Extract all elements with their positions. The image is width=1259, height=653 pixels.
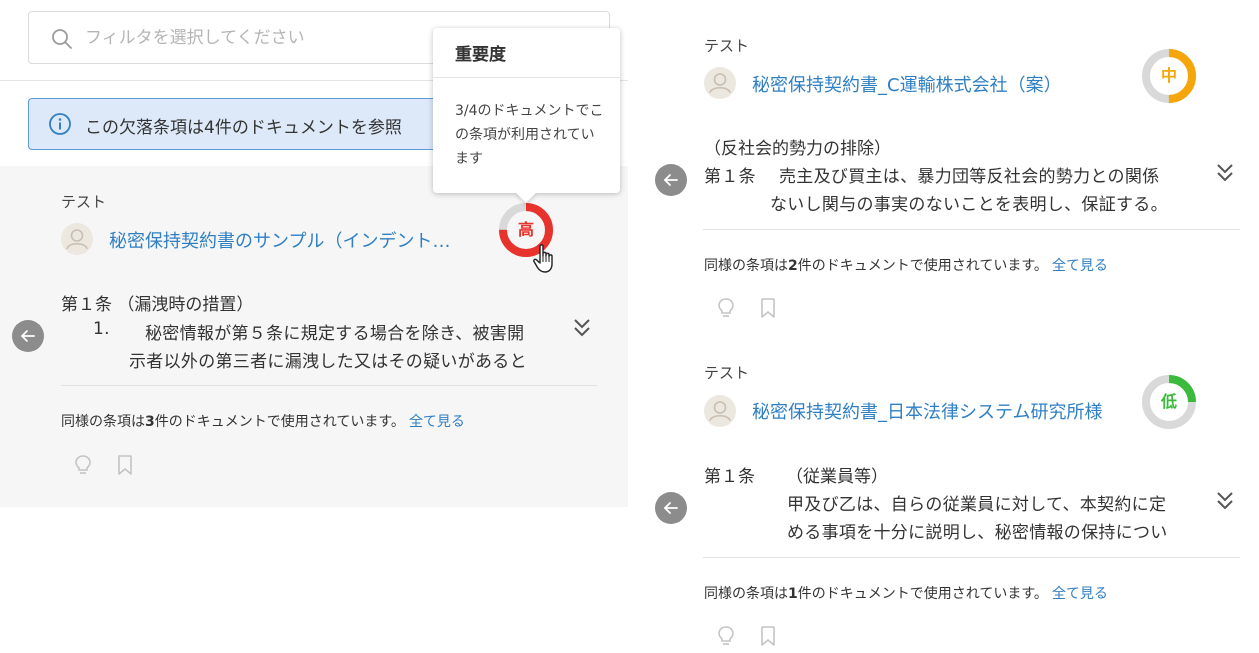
- similar-info: 同様の条項は1件のドキュメントで使用されています。 全て見る: [704, 583, 1108, 603]
- chevron-double-down-icon[interactable]: [572, 317, 592, 339]
- bookmark-icon[interactable]: [758, 625, 778, 647]
- doc-title-link[interactable]: 秘密保持契約書_日本法律システム研究所様: [752, 398, 1132, 424]
- clause-subtitle: （従業員等）: [786, 467, 888, 487]
- avatar: [704, 67, 736, 99]
- importance-label: 低: [1160, 392, 1177, 411]
- clause-card-high: テスト 秘密保持契約書のサンプル（インデント… 高 第１条 （漏洩時の措置） 1…: [0, 166, 628, 507]
- tooltip-title: 重要度: [455, 45, 506, 65]
- importance-gauge[interactable]: 中: [1141, 48, 1197, 104]
- similar-prefix: 同様の条項は: [704, 258, 788, 274]
- bookmark-icon[interactable]: [115, 454, 135, 476]
- importance-label: 中: [1160, 66, 1177, 85]
- clause-line: ないし関与の事実のないことを表明し、保証する。: [770, 195, 1168, 215]
- similar-suffix: 件のドキュメントで使用されています。: [797, 258, 1048, 274]
- similar-info: 同様の条項は3件のドキュメントで使用されています。 全て見る: [61, 411, 465, 431]
- lightbulb-icon[interactable]: [716, 625, 736, 647]
- doc-title-link[interactable]: 秘密保持契約書のサンプル（インデント…: [109, 227, 479, 253]
- info-icon: [49, 113, 71, 135]
- see-all-link[interactable]: 全て見る: [1052, 258, 1108, 274]
- search-icon: [52, 29, 72, 49]
- similar-suffix: 件のドキュメントで使用されています。: [154, 414, 405, 430]
- tooltip-body: 3/4のドキュメントでこの条項が利用されています: [455, 103, 604, 167]
- importance-gauge[interactable]: 低: [1141, 374, 1197, 430]
- card-divider: [61, 385, 597, 386]
- info-banner: この欠落条項は4件のドキュメントを参照: [28, 98, 448, 150]
- clause-line: 甲及び乙は、自らの従業員に対して、本契約に定: [787, 495, 1167, 515]
- tooltip-divider: [433, 77, 620, 78]
- hand-cursor-icon: [533, 244, 553, 273]
- similar-count: 1: [788, 586, 798, 602]
- clause-line: める事項を十分に説明し、秘密情報の保持につい: [787, 523, 1168, 543]
- chevron-double-down-icon[interactable]: [1215, 162, 1235, 184]
- banner-text: この欠落条項は4件のドキュメントを参照: [85, 118, 402, 138]
- card-divider: [703, 557, 1240, 558]
- list-marker: 1.: [93, 319, 110, 339]
- arrow-left-icon: [664, 174, 678, 186]
- see-all-link[interactable]: 全て見る: [1052, 586, 1108, 602]
- user-icon: [66, 229, 88, 250]
- clause-line: 秘密情報が第５条に規定する場合を除き、被害開: [145, 324, 525, 344]
- chevron-double-down-icon[interactable]: [1215, 490, 1235, 512]
- arrow-left-icon: [664, 502, 678, 514]
- clause-line: 売主及び買主は、暴力団等反社会的勢力との関係: [779, 167, 1160, 187]
- clause-title: 第１条: [704, 467, 755, 487]
- doc-title-link[interactable]: 秘密保持契約書_C運輸株式会社（案）: [752, 71, 1132, 97]
- see-all-link[interactable]: 全て見る: [409, 414, 465, 430]
- clause-title: （反社会的勢力の排除）: [704, 139, 891, 159]
- lightbulb-icon[interactable]: [73, 454, 93, 476]
- doc-label: テスト: [704, 364, 750, 382]
- importance-tooltip: 重要度 3/4のドキュメントでこの条項が利用されています: [433, 28, 620, 203]
- clause-prefix: 第１条: [704, 167, 756, 187]
- avatar: [704, 395, 736, 427]
- back-button[interactable]: [655, 164, 687, 196]
- lightbulb-icon[interactable]: [716, 297, 736, 319]
- similar-prefix: 同様の条項は: [61, 414, 145, 430]
- bookmark-icon[interactable]: [758, 297, 778, 319]
- clause-title: 第１条 （漏洩時の措置）: [61, 295, 254, 315]
- back-button[interactable]: [655, 492, 687, 524]
- similar-prefix: 同様の条項は: [704, 586, 788, 602]
- similar-suffix: 件のドキュメントで使用されています。: [797, 586, 1048, 602]
- clause-line: 示者以外の第三者に漏洩した又はその疑いがあると: [129, 352, 527, 372]
- doc-label: テスト: [704, 37, 750, 55]
- user-icon: [709, 73, 731, 94]
- user-icon: [709, 401, 731, 422]
- card-divider: [703, 229, 1240, 230]
- avatar: [61, 223, 93, 255]
- back-button[interactable]: [12, 320, 44, 352]
- similar-count: 3: [145, 414, 155, 430]
- similar-count: 2: [788, 258, 798, 274]
- doc-label: テスト: [61, 193, 107, 211]
- arrow-left-icon: [21, 330, 35, 342]
- similar-info: 同様の条項は2件のドキュメントで使用されています。 全て見る: [704, 255, 1108, 275]
